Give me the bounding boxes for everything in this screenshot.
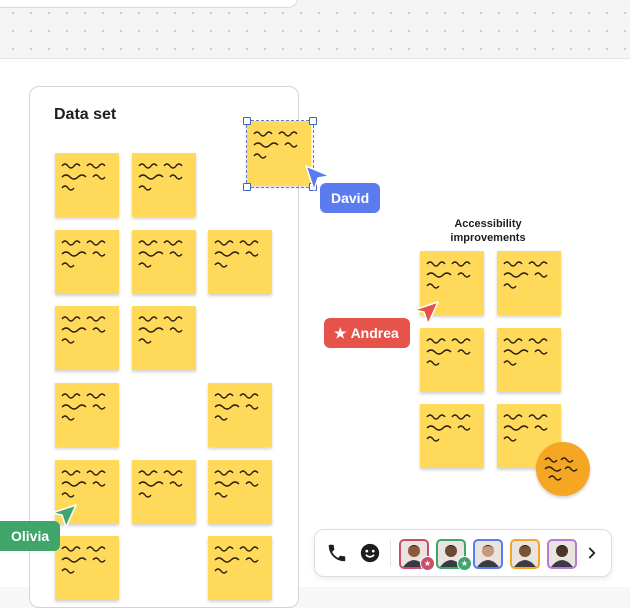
resize-handle[interactable]: [309, 117, 317, 125]
olivia-cursor-label: Olivia: [0, 521, 61, 551]
sticky-note[interactable]: [55, 153, 119, 217]
sticky-note[interactable]: [55, 383, 119, 447]
avatar-4[interactable]: [510, 539, 540, 569]
sticky-note[interactable]: [208, 536, 272, 600]
sticky-note[interactable]: [55, 230, 119, 294]
scribble-text-icon: [61, 163, 106, 191]
scribble-text-icon: [214, 546, 259, 574]
scribble-text-icon: [426, 261, 471, 289]
resize-handle[interactable]: [243, 117, 251, 125]
david-cursor-label: David: [320, 183, 381, 213]
scribble-text-icon: [426, 414, 471, 442]
cluster-title: Accessibility improvements: [438, 217, 538, 245]
star-badge-icon: ★: [457, 556, 472, 571]
andrea-cursor-icon: [413, 301, 439, 325]
scribble-text-icon: [426, 338, 471, 366]
cluster-title-line-2: improvements: [450, 232, 526, 244]
toolbar-divider: [390, 540, 391, 566]
emoji-icon[interactable]: [359, 542, 381, 564]
sticky-note[interactable]: [208, 230, 272, 294]
cluster-title-line-1: Accessibility: [454, 218, 522, 230]
scribble-text-icon: [61, 316, 106, 344]
phone-icon[interactable]: [326, 542, 348, 564]
sticky-note[interactable]: [420, 404, 484, 468]
scribble-text-icon: [503, 261, 548, 289]
avatar-5[interactable]: [547, 539, 577, 569]
sticky-note[interactable]: [208, 383, 272, 447]
scribble-text-icon: [503, 338, 548, 366]
sticky-note[interactable]: [132, 230, 196, 294]
avatar-3[interactable]: [473, 539, 503, 569]
sticky-note[interactable]: [55, 536, 119, 600]
scribble-text-icon: [61, 393, 106, 421]
circle-sticky-note[interactable]: [536, 442, 590, 496]
sticky-note[interactable]: [208, 460, 272, 524]
sticky-note[interactable]: [132, 306, 196, 370]
sticky-note[interactable]: [497, 251, 561, 315]
scribble-text-icon: [503, 414, 548, 442]
scribble-text-icon: [61, 470, 106, 498]
person-icon: [477, 545, 499, 567]
scribble-text-icon: [138, 240, 183, 268]
canvas-card-top[interactable]: [0, 0, 298, 8]
star-badge-icon: ★: [420, 556, 435, 571]
frame-title: Data set: [54, 106, 117, 123]
scribble-text-icon: [138, 470, 183, 498]
person-icon: [514, 545, 536, 567]
sticky-note[interactable]: [497, 328, 561, 392]
star-icon: ★: [334, 325, 347, 341]
scribble-text-icon: [214, 240, 259, 268]
collaboration-toolbar: ★ ★: [314, 529, 612, 577]
scribble-text-icon: [214, 393, 259, 421]
scribble-text-icon: [61, 546, 106, 574]
resize-handle[interactable]: [243, 183, 251, 191]
andrea-name: Andrea: [350, 325, 399, 341]
sticky-note[interactable]: [132, 460, 196, 524]
dotted-canvas-background: [0, 0, 630, 60]
scribble-text-icon: [544, 457, 578, 481]
sticky-note[interactable]: [55, 306, 119, 370]
scribble-text-icon: [61, 240, 106, 268]
scribble-text-icon: [138, 316, 183, 344]
person-icon: [551, 545, 573, 567]
chevron-right-icon[interactable]: [583, 542, 601, 564]
sticky-note[interactable]: [132, 153, 196, 217]
sticky-note[interactable]: [420, 328, 484, 392]
scribble-text-icon: [138, 163, 183, 191]
andrea-cursor-label: ★ Andrea: [324, 318, 410, 348]
scribble-text-icon: [214, 470, 259, 498]
